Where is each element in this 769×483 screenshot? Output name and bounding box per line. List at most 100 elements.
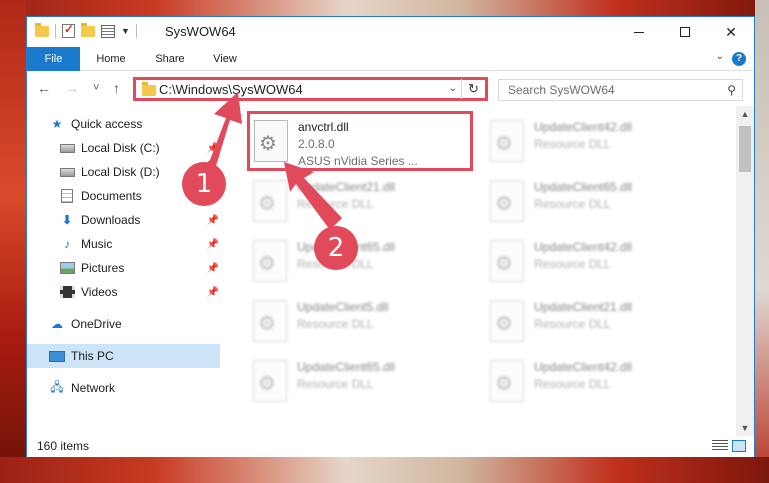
- sidebar-item-label: Documents: [81, 189, 142, 203]
- file-item[interactable]: UpdateClient65.dll Resource DLL: [249, 354, 469, 410]
- window-title: SysWOW64: [165, 24, 236, 39]
- navigation-pane: ★ Quick access Local Disk (C:) 📌 Local D…: [27, 106, 220, 436]
- large-icons-view-icon[interactable]: [732, 440, 746, 452]
- file-item[interactable]: UpdateClient65.dll Resource DLL: [486, 174, 706, 230]
- tab-share[interactable]: Share: [144, 47, 196, 71]
- sidebar-item-onedrive[interactable]: ☁ OneDrive: [49, 312, 220, 336]
- star-icon: ★: [51, 117, 63, 131]
- pin-icon[interactable]: 📌: [207, 287, 219, 298]
- pin-icon[interactable]: 📌: [207, 263, 219, 274]
- up-button[interactable]: ↑: [113, 80, 120, 96]
- file-name: UpdateClient42.dll: [534, 360, 633, 374]
- file-description: Resource DLL: [534, 257, 611, 271]
- search-placeholder: Search SysWOW64: [508, 83, 615, 97]
- file-item[interactable]: UpdateClient5.dll Resource DLL: [249, 294, 469, 350]
- minimize-button[interactable]: [616, 17, 662, 47]
- file-description: ASUS nVidia Series ...: [298, 154, 418, 168]
- tab-file[interactable]: File: [27, 47, 80, 71]
- sidebar-item-downloads[interactable]: ⬇ Downloads 📌: [59, 208, 221, 232]
- item-count: 160 items: [37, 439, 90, 453]
- file-description: Resource DLL: [534, 377, 611, 391]
- sidebar-item-label: Quick access: [71, 117, 143, 131]
- minimize-icon: [634, 31, 644, 33]
- customize-toolbar-chevron-icon[interactable]: ▼: [121, 26, 130, 36]
- pin-icon[interactable]: 📌: [207, 239, 219, 250]
- forward-button[interactable]: →: [65, 80, 79, 96]
- tab-home[interactable]: Home: [85, 47, 137, 71]
- network-icon: 🖧: [50, 379, 64, 394]
- properties-icon[interactable]: [101, 24, 115, 38]
- desktop-background-bottom: [0, 457, 769, 483]
- maximize-icon: [680, 27, 690, 37]
- sidebar-item-label: Network: [71, 381, 116, 395]
- dll-file-icon: [253, 360, 287, 402]
- sidebar-item-music[interactable]: ♪ Music 📌: [59, 232, 221, 256]
- details-view-icon[interactable]: [712, 440, 728, 452]
- file-item[interactable]: UpdateClient42.dll Resource DLL: [486, 354, 706, 410]
- folder-icon: [142, 82, 156, 96]
- sidebar-item-label: Local Disk (C:): [81, 141, 160, 155]
- file-description: Resource DLL: [297, 377, 374, 391]
- file-description: Resource DLL: [534, 197, 611, 211]
- file-name: UpdateClient21.dll: [534, 300, 633, 314]
- search-icon[interactable]: ⚲: [727, 83, 736, 97]
- file-item-anvctrl-dll[interactable]: anvctrl.dll 2.0.8.0 ASUS nVidia Series .…: [247, 111, 473, 171]
- properties-check-icon[interactable]: [62, 22, 75, 38]
- address-bar[interactable]: C:\Windows\SysWOW64 ⌄ ↻: [133, 77, 488, 101]
- sidebar-item-local-disk-c[interactable]: Local Disk (C:) 📌: [59, 136, 221, 160]
- sidebar-item-this-pc[interactable]: This PC: [27, 344, 220, 368]
- sidebar-item-videos[interactable]: Videos 📌: [59, 280, 221, 304]
- desktop-background-right: [755, 0, 769, 483]
- scroll-up-arrow-icon[interactable]: ▲: [736, 106, 754, 122]
- file-name: UpdateClient42.dll: [534, 120, 633, 134]
- help-icon[interactable]: ?: [732, 52, 746, 66]
- dll-file-icon: [490, 180, 524, 222]
- expand-ribbon-chevron-icon[interactable]: ⌄: [716, 51, 724, 62]
- pin-icon[interactable]: 📌: [207, 143, 219, 154]
- file-item[interactable]: UpdateClient21.dll Resource DLL: [249, 174, 469, 230]
- file-name: UpdateClient65.dll: [534, 180, 633, 194]
- maximize-button[interactable]: [662, 17, 708, 47]
- sidebar-item-network[interactable]: 🖧 Network: [49, 376, 220, 400]
- file-name: UpdateClient5.dll: [297, 300, 389, 314]
- back-button[interactable]: ←: [37, 80, 51, 96]
- address-path[interactable]: C:\Windows\SysWOW64: [159, 82, 303, 97]
- scroll-down-arrow-icon[interactable]: ▼: [736, 420, 754, 436]
- address-history-chevron-icon[interactable]: ⌄: [449, 83, 457, 94]
- quick-access-toolbar: ▼: [35, 22, 137, 38]
- dll-file-icon: [490, 120, 524, 162]
- file-name: UpdateClient42.dll: [534, 240, 633, 254]
- search-input[interactable]: Search SysWOW64 ⚲: [498, 79, 743, 101]
- refresh-button[interactable]: ↻: [461, 79, 485, 99]
- pin-icon[interactable]: 📌: [207, 215, 219, 226]
- file-explorer-window: ▼ SysWOW64 ✕ File Home Share View ⌄ ? ← …: [26, 16, 755, 457]
- new-folder-icon[interactable]: [81, 22, 95, 37]
- file-item[interactable]: UpdateClient21.dll Resource DLL: [486, 294, 706, 350]
- view-switcher: [712, 440, 746, 452]
- sidebar-item-pictures[interactable]: Pictures 📌: [59, 256, 221, 280]
- tab-view[interactable]: View: [203, 47, 247, 71]
- close-button[interactable]: ✕: [708, 17, 754, 47]
- dll-file-icon: [490, 300, 524, 342]
- sidebar-item-quick-access[interactable]: ★ Quick access: [49, 112, 220, 136]
- scrollbar-thumb[interactable]: [739, 126, 751, 172]
- file-name: anvctrl.dll: [298, 120, 349, 134]
- downloads-icon: ⬇: [61, 213, 73, 227]
- music-icon: ♪: [64, 237, 70, 251]
- vertical-scrollbar[interactable]: ▲ ▼: [736, 106, 754, 436]
- folder-icon: [35, 22, 49, 37]
- recent-locations-button[interactable]: ˅: [93, 82, 99, 94]
- sidebar-item-label: Local Disk (D:): [81, 165, 160, 179]
- close-icon: ✕: [725, 23, 737, 40]
- file-item[interactable]: UpdateClient42.dll Resource DLL: [486, 114, 706, 170]
- sidebar-item-label: Videos: [81, 285, 118, 299]
- toolbar-divider: [55, 24, 56, 38]
- sidebar-item-label: Downloads: [81, 213, 141, 227]
- file-item[interactable]: UpdateClient65.dll Resource DLL: [249, 234, 469, 290]
- file-name: UpdateClient21.dll: [297, 180, 396, 194]
- step-2-callout: 2: [314, 226, 358, 270]
- documents-icon: [59, 189, 75, 203]
- file-item[interactable]: UpdateClient42.dll Resource DLL: [486, 234, 706, 290]
- disk-icon: [59, 165, 75, 179]
- dll-file-icon: [490, 240, 524, 282]
